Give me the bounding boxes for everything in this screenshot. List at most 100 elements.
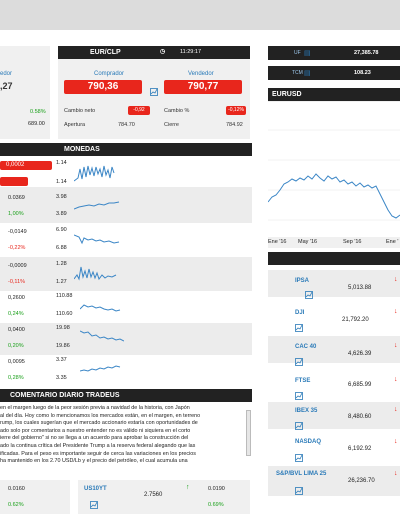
index-row[interactable]: CAC 40 4,626.39 ↓ — [268, 336, 400, 366]
uf-quote[interactable]: UF ▤ 27,385.78 — [268, 46, 400, 60]
bottom-left-value: 0.0160 — [8, 486, 25, 492]
eurusd-panel: EURUSD Ene '16 May '16 Sep '16 Ene ' — [268, 88, 400, 248]
sparkline — [80, 304, 121, 312]
comment-scrollbar[interactable] — [246, 410, 251, 456]
row-lo: 3.35 — [56, 375, 67, 381]
uf-chart-icon[interactable]: ▤ — [304, 49, 311, 57]
monedas-table: 0,0002 1.14 1.14 0.0369 1,00% 3.98 3.89 … — [0, 157, 252, 385]
close-value: 784.92 — [226, 122, 243, 128]
bond-quote[interactable]: US10YT 2.7560 ↑ 0.0190 0.69% — [78, 480, 250, 514]
row-change: 0,0095 — [8, 359, 25, 365]
index-row[interactable]: S&P/BVL LIMA 25 26,236.70 ↓ — [268, 466, 400, 496]
currency-row[interactable]: -0,0009 -0,11% 1.28 1.27 — [0, 257, 252, 291]
index-value: 4,626.39 — [348, 351, 372, 357]
buy-price[interactable]: 790,36 — [64, 80, 142, 94]
row-change: 0,0400 — [8, 327, 25, 333]
index-row[interactable]: IBEX 35 8,480.60 ↓ — [268, 402, 400, 430]
index-name[interactable]: CAC 40 — [295, 344, 316, 350]
index-row[interactable]: DJI 21,792.20 ↓ — [268, 302, 400, 332]
clock-icon: ◷ — [160, 49, 166, 55]
comment-line: ha mantenido en los 2.70 USD/Lb y el pre… — [0, 458, 188, 465]
eurclp-panel: EUR/CLP ◷ 11:29:17 Comprador Vendedor 79… — [58, 46, 250, 139]
eurusd-title: EURUSD — [272, 91, 302, 98]
close-label: Cierre — [164, 122, 179, 128]
row-hi: 3.37 — [56, 357, 67, 363]
index-chart-icon[interactable] — [295, 417, 303, 435]
index-row[interactable]: NASDAQ 6,192.92 ↓ — [268, 434, 400, 462]
up-arrow-icon: ↑ — [186, 484, 190, 491]
row-hi: 6.90 — [56, 227, 67, 233]
tcm-quote[interactable]: TCM ▤ 108.23 — [268, 66, 400, 80]
comentario-body: en el margen luego de la peor sesión pre… — [0, 405, 252, 469]
sparkline — [74, 234, 120, 245]
row-hi: 1.28 — [56, 261, 67, 267]
row-lo: 6.88 — [56, 245, 67, 251]
sparkline — [80, 365, 121, 372]
index-value: 26,236.70 — [348, 478, 375, 484]
index-name[interactable]: DJI — [295, 310, 304, 316]
sell-price[interactable]: 790,77 — [164, 80, 242, 94]
bond-chart-icon[interactable] — [90, 496, 98, 514]
x-label-2: Sep '16 — [343, 239, 362, 245]
buyer-label: Comprador — [94, 71, 125, 77]
currency-row[interactable]: 0,0002 1.14 1.14 — [0, 157, 252, 187]
index-name[interactable]: FTSE — [295, 378, 310, 384]
eurusd-chart — [268, 102, 400, 237]
bond-change: 0.0190 — [208, 486, 225, 492]
row-hi: 3.98 — [56, 194, 67, 200]
row-hi: 19.98 — [56, 325, 70, 331]
sparkline — [74, 165, 115, 182]
index-value: 8,480.60 — [348, 414, 372, 420]
currency-row[interactable]: 0.0369 1,00% 3.98 3.89 — [0, 187, 252, 223]
currency-row[interactable]: 0,0400 0,20% 19.98 19.86 — [0, 323, 252, 355]
open-value: 784.70 — [118, 122, 135, 128]
index-name[interactable]: NASDAQ — [295, 439, 321, 445]
index-row[interactable]: IPSA 5,013.88 ↓ — [268, 270, 400, 299]
index-name[interactable]: IBEX 35 — [295, 408, 317, 414]
comment-line: ado la continua crítica del Presidente T… — [0, 442, 196, 449]
open-label: Apertura — [64, 122, 86, 128]
index-chart-icon[interactable] — [295, 449, 303, 467]
bond-value: 2.7560 — [144, 492, 163, 498]
monedas-title: MONEDAS — [64, 146, 100, 153]
eurclp-pair: EUR/CLP — [90, 49, 121, 56]
index-chart-icon[interactable] — [295, 353, 303, 371]
comment-line: ificadas. Para el peso es importante seg… — [0, 450, 196, 457]
down-arrow-icon: ↓ — [394, 276, 398, 283]
comment-line: en el margen luego de la peor sesión pre… — [0, 405, 190, 411]
index-name[interactable]: S&P/BVL LIMA 25 — [276, 471, 326, 477]
sparkline — [74, 201, 120, 210]
row-change: 0,2600 — [8, 295, 25, 301]
currency-row[interactable]: 0,2600 0,24% 110.88 110.60 — [0, 291, 252, 323]
row-lo: 19.86 — [56, 343, 70, 349]
left-sell-value: ,27 — [0, 81, 13, 91]
index-chart-icon[interactable] — [295, 482, 303, 500]
currency-row[interactable]: -0,0149 -0,22% 6.90 6.88 — [0, 223, 252, 257]
x-label-1: May '16 — [298, 239, 318, 245]
index-row[interactable]: FTSE 6,685.99 ↓ — [268, 370, 400, 400]
index-value: 6,685.99 — [348, 382, 372, 388]
comentario-title: COMENTARIO DIARIO TRADEUS — [10, 392, 120, 399]
x-label-0: Ene '16 — [268, 239, 287, 245]
row-lo: 110.60 — [56, 311, 73, 317]
index-chart-icon[interactable] — [295, 319, 303, 337]
currency-row[interactable]: 0,0095 0,28% 3.37 3.35 — [0, 355, 252, 385]
bond-name[interactable]: US10YT — [84, 486, 107, 492]
comentario-header: COMENTARIO DIARIO TRADEUS — [0, 389, 252, 402]
left-pct: 0.58% — [30, 109, 46, 115]
row-pct: 0,28% — [8, 375, 24, 381]
row-change: 0.0369 — [8, 195, 25, 201]
bottom-left-pct: 0.62% — [8, 502, 24, 508]
comment-line: rump, los cuales sugerían que el mercado… — [0, 420, 198, 427]
bottom-left-quote[interactable]: 0.0160 0.62% — [0, 480, 70, 514]
index-name[interactable]: IPSA — [295, 278, 309, 284]
down-arrow-icon: ↓ — [394, 470, 398, 477]
index-value: 6,192.92 — [348, 446, 372, 452]
uf-value: 27,385.78 — [354, 50, 379, 56]
row-hi: 110.88 — [56, 293, 73, 299]
chart-toggle-icon[interactable] — [150, 83, 158, 101]
tcm-chart-icon[interactable]: ▤ — [304, 69, 311, 77]
down-arrow-icon: ↓ — [394, 376, 398, 383]
row-pct: 0,20% — [8, 343, 24, 349]
comment-line: al del día. Hoy como lo mencionamos los … — [0, 412, 201, 419]
